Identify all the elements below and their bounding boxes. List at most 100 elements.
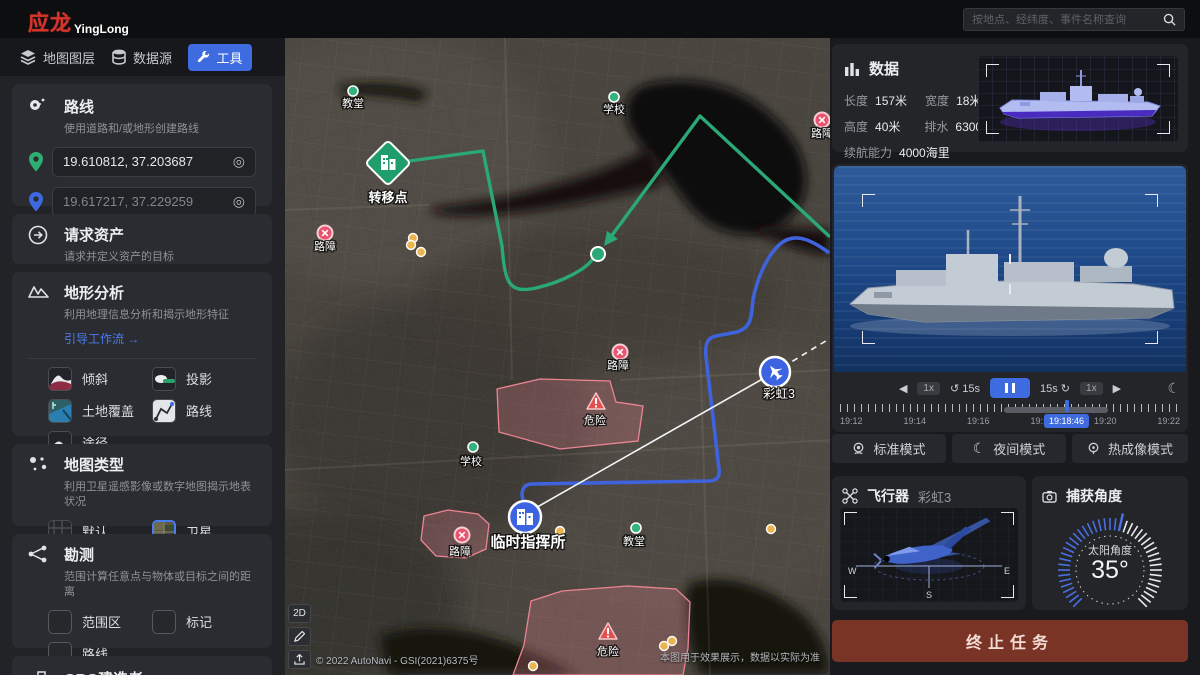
database-icon — [112, 49, 126, 65]
rewind-15s-button[interactable]: ↺ 15s — [950, 382, 980, 395]
poi-yellow[interactable] — [767, 525, 776, 534]
guided-workflow-link[interactable]: 引导工作流 → — [64, 330, 139, 347]
svg-text:教堂: 教堂 — [623, 535, 645, 548]
search-icon[interactable] — [1163, 13, 1176, 26]
skip-back-icon[interactable]: ◀ — [899, 382, 907, 395]
forward-15s-button[interactable]: 15s ↻ — [1040, 382, 1070, 395]
mode-night-label: 夜间模式 — [993, 439, 1045, 458]
survey-range-area[interactable]: 范围区 — [48, 610, 152, 634]
bar-chart-icon — [844, 62, 860, 76]
range-area-thumb — [48, 610, 72, 634]
night-toggle-icon[interactable]: ☾ — [1167, 380, 1180, 397]
mode-row: 标准模式 ☾ 夜间模式 热成像模式 — [832, 434, 1188, 463]
slope-label: 倾斜 — [82, 369, 108, 388]
map-2d-toggle[interactable]: 2D — [288, 604, 311, 623]
mode-night-button[interactable]: ☾ 夜间模式 — [952, 434, 1066, 463]
mode-standard-button[interactable]: 标准模式 — [832, 434, 946, 463]
sun-angle-value: 35° — [1032, 556, 1188, 585]
skip-forward-icon[interactable]: ▶ — [1113, 382, 1121, 395]
mode-thermal-button[interactable]: 热成像模式 — [1072, 434, 1188, 463]
route-card: 路线 使用道路和/或地形创建路线 19.610812, 37.203687 ◎ … — [12, 84, 272, 206]
drone-card-title: 飞行器 — [867, 486, 909, 506]
route-subtitle: 使用道路和/或地形创建路线 — [64, 122, 199, 137]
map-export-button[interactable] — [288, 650, 311, 669]
wrench-icon — [197, 51, 210, 64]
poi-school-2[interactable] — [468, 442, 478, 452]
poi-school-1[interactable] — [609, 92, 619, 102]
search-input[interactable] — [972, 14, 1163, 26]
ship-3d-view — [978, 56, 1178, 142]
tab-tools[interactable]: 工具 — [188, 44, 252, 71]
route2-label: 路线 — [186, 401, 212, 420]
poi-yellow[interactable] — [417, 248, 426, 257]
roadblock-marker[interactable] — [318, 226, 333, 241]
terrain-tool-projection[interactable]: 投影 — [152, 367, 256, 391]
speed-forward-chip[interactable]: 1x — [1080, 382, 1103, 395]
terminate-mission-button[interactable]: 终止任务 — [832, 620, 1188, 662]
map-viewport[interactable]: 教堂 学校 转移点 路障 路障 路障 危险 学校 路障 教堂 危险 临时指挥所 … — [283, 38, 830, 675]
roadblock-marker[interactable] — [815, 113, 830, 128]
warship-silhouette — [834, 166, 1186, 372]
tab-map-layers[interactable]: 地图图层 — [20, 38, 95, 76]
ship-data-card: 数据 长度157米 宽度18米 高度40米 排水6300吨 续航能力4000海里 — [832, 44, 1188, 152]
pause-button[interactable] — [990, 378, 1030, 398]
grg-card[interactable]: GRG建造者 — [12, 656, 272, 675]
svg-text:危险: 危险 — [597, 644, 619, 658]
terrain-tool-landcover[interactable]: 土地覆盖 — [48, 399, 152, 423]
map-copyright: © 2022 AutoNavi - GSI(2021)6375号 — [316, 652, 478, 667]
route-end-input[interactable]: 19.617217, 37.229259 ◎ — [52, 187, 256, 217]
timeline-times: 19:1219:1419:16 19:1819:2019:22 — [840, 416, 1180, 426]
layers-icon — [20, 49, 36, 65]
tab-data-source[interactable]: 数据源 — [112, 38, 172, 76]
command-post-marker[interactable] — [509, 501, 541, 533]
locate-end-icon[interactable]: ◎ — [233, 193, 245, 210]
poi-yellow[interactable] — [407, 241, 416, 250]
projection-label: 投影 — [186, 369, 212, 388]
route-end-value: 19.617217, 37.229259 — [63, 194, 193, 209]
poi-church-1[interactable] — [348, 86, 358, 96]
video-controls: ◀ 1x ↺ 15s 15s ↻ 1x ▶ ☾ — [832, 376, 1188, 400]
route-title: 路线 — [64, 96, 199, 117]
roadblock-marker[interactable] — [613, 345, 628, 360]
sun-angle-gauge: 太阳角度 35° — [1032, 504, 1188, 608]
start-pin-icon — [28, 152, 44, 172]
timeline-loaded-track[interactable] — [1004, 407, 1108, 413]
tab-data-source-label: 数据源 — [133, 48, 172, 67]
map-draw-button[interactable] — [288, 627, 311, 646]
projection-thumb-icon — [152, 367, 176, 391]
video-feed[interactable] — [834, 166, 1186, 372]
landcover-thumb-icon — [48, 399, 72, 423]
terrain-subtitle: 利用地理信息分析和揭示地形特征 — [64, 308, 229, 323]
marker-label: 标记 — [186, 612, 212, 631]
timeline-playhead[interactable] — [1065, 400, 1069, 412]
landcover-label: 土地覆盖 — [82, 401, 134, 420]
map-type-card: 地图类型 利用卫星遥感影像或数字地图揭示地表状况 默认 卫星 — [12, 444, 272, 526]
grg-title: GRG建造者 — [64, 668, 143, 675]
drone-card: 飞行器 彩虹3 W E — [832, 476, 1026, 610]
request-asset-card[interactable]: 请求资产 请求并定义资产的目标 — [12, 214, 272, 264]
svg-text:路障: 路障 — [449, 544, 471, 558]
nav-row: 地图图层 数据源 工具 — [0, 38, 285, 76]
survey-marker[interactable]: 标记 — [152, 610, 256, 634]
terrain-tool-slope[interactable]: 倾斜 — [48, 367, 152, 391]
route-start-input[interactable]: 19.610812, 37.203687 ◎ — [52, 147, 256, 177]
locate-start-icon[interactable]: ◎ — [233, 153, 245, 170]
route-thumb-icon — [152, 399, 176, 423]
terrain-title: 地形分析 — [64, 282, 229, 303]
terrain-tool-route[interactable]: 路线 — [152, 399, 256, 423]
global-search[interactable] — [963, 8, 1185, 31]
waypoint-dot[interactable] — [591, 247, 605, 261]
roadblock-marker[interactable] — [455, 528, 470, 543]
map-disclaimer: 本图用于效果展示，数据以实际为准 — [660, 649, 820, 664]
drone-icon — [842, 488, 858, 504]
poi-yellow[interactable] — [529, 662, 538, 671]
drone-marker[interactable] — [760, 357, 790, 387]
building-blocks-icon — [28, 668, 52, 675]
speed-back-chip[interactable]: 1x — [917, 382, 940, 395]
left-sidebar: 路线 使用道路和/或地形创建路线 19.610812, 37.203687 ◎ … — [0, 76, 285, 675]
tab-map-layers-label: 地图图层 — [43, 48, 95, 67]
compass-w: W — [848, 566, 857, 576]
poi-church-2[interactable] — [631, 523, 641, 533]
poi-yellow[interactable] — [668, 637, 677, 646]
svg-text:危险: 危险 — [584, 413, 606, 427]
